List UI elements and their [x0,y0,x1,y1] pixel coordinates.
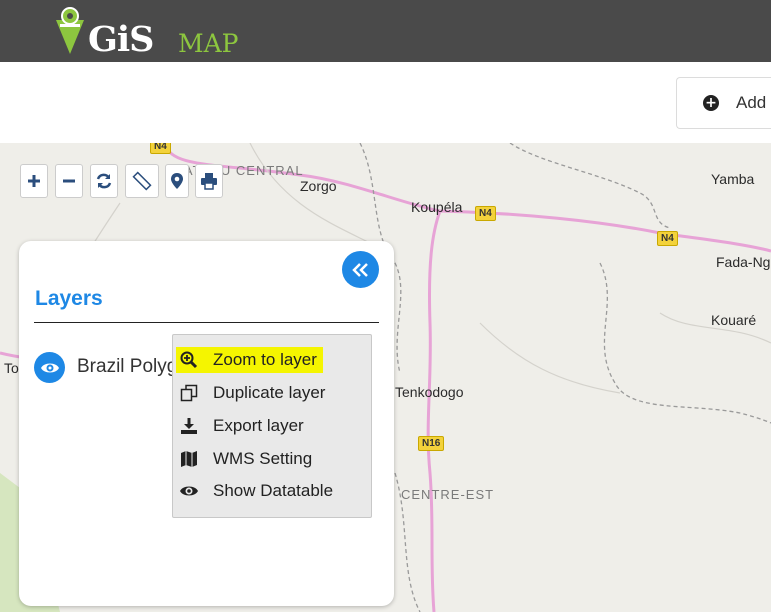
zoom-in-icon [179,350,199,370]
menu-item-label: Show Datatable [213,481,334,500]
menu-item-label: Zoom to layer [213,350,317,369]
copy-icon [179,383,199,403]
add-button[interactable]: + Add [676,77,771,129]
app-header: GiS MAP [0,0,771,62]
menu-item-duplicate-layer[interactable]: Duplicate layer [179,380,325,406]
layer-visibility-toggle[interactable] [34,352,65,383]
toolbar-strip [0,62,771,143]
plus-circle-icon: + [703,95,719,111]
measure-button[interactable] [125,164,159,198]
layer-name[interactable]: Brazil Polygon [77,356,177,378]
logo-text-map: MAP [178,29,239,58]
road-shield: N4 [657,231,678,246]
menu-item-label: Duplicate layer [213,383,326,402]
layers-title: Layers [35,287,103,310]
layer-context-menu: Zoom to layer Duplicate layer Export lay… [172,334,372,518]
map-place-label: Koupéla [411,199,463,215]
menu-item-label: Export layer [213,416,304,435]
menu-item-zoom-to-layer[interactable]: Zoom to layer [176,347,323,373]
road-shield: N16 [418,436,445,451]
zoom-out-button[interactable] [55,164,83,198]
map-place-label: Yamba [711,171,755,187]
map-region-label: CENTRE-EST [401,487,495,502]
menu-item-label: WMS Setting [213,449,313,468]
ruler-icon [132,171,152,191]
refresh-button[interactable] [90,164,118,198]
plus-icon [28,175,40,187]
road-shield: N4 [150,143,171,154]
double-chevron-left-icon [351,262,368,277]
print-icon [201,173,217,190]
menu-item-show-datatable[interactable]: Show Datatable [179,478,333,504]
map-place-label: Fada-Ng [716,254,771,270]
map-place-label: Kouaré [711,312,757,328]
minus-icon [63,179,75,183]
eye-icon [179,481,199,501]
logo-text-gis: GiS [88,19,154,60]
location-button[interactable] [165,164,189,198]
map-icon [179,449,199,469]
map-place-label: Tenkodogo [395,384,464,400]
road-shield: N4 [475,206,496,221]
map-place-label: Zorgo [300,178,337,194]
menu-item-wms-setting[interactable]: WMS Setting [179,446,312,472]
eye-icon [40,363,59,372]
print-button[interactable] [195,164,223,198]
divider [34,322,379,323]
zoom-in-button[interactable] [20,164,48,198]
add-button-label: Add [736,93,767,112]
collapse-panel-button[interactable] [342,251,379,288]
download-icon [179,416,199,436]
map-pin-logo-icon [56,7,84,54]
menu-item-export-layer[interactable]: Export layer [179,413,304,439]
refresh-icon [96,173,112,189]
map-place-label: To [4,360,19,376]
map-marker-icon [171,173,183,189]
